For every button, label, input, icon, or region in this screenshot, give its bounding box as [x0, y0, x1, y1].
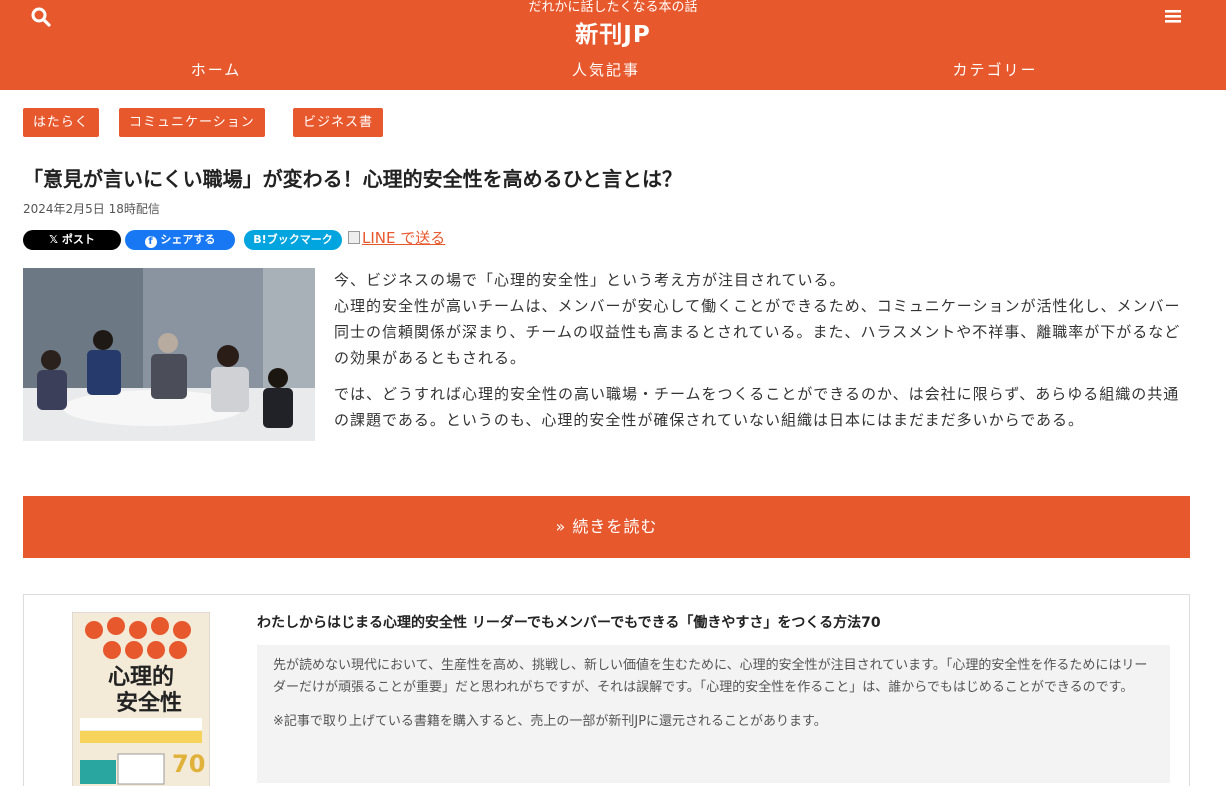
line-share-link[interactable]: LINE で送る	[348, 227, 445, 248]
facebook-icon: f	[144, 236, 157, 248]
book-description-text: 先が読めない現代において、生産性を高め、挑戦し、新しい価値を生むために、心理的安…	[273, 658, 1148, 695]
x-post-button[interactable]: 𝕏 ポスト	[23, 230, 121, 250]
facebook-share-button[interactable]: f シェアする	[125, 230, 235, 250]
book-cover[interactable]: 心理的 安全性 70	[71, 611, 211, 786]
article-body: 今、ビジネスの場で「心理的安全性」という考え方が注目されている。 心理的安全性が…	[334, 267, 1194, 443]
affiliate-note: ※記事で取り上げている書籍を購入すると、売上の一部が新刊JPに還元されることがあ…	[273, 714, 827, 729]
site-header: だれかに話したくなる本の話 新刊JP ホーム 人気記事 カテゴリー	[0, 0, 1226, 90]
main-nav: ホーム 人気記事 カテゴリー	[0, 58, 1226, 84]
article-date: 2024年2月5日 18時配信	[23, 202, 160, 216]
hatena-icon: B!	[253, 233, 267, 246]
tag-communication[interactable]: コミュニケーション	[119, 108, 265, 137]
nav-popular[interactable]: 人気記事	[506, 58, 706, 82]
cover-num: 70	[172, 750, 205, 778]
article-photo	[23, 268, 315, 441]
tag-business-book[interactable]: ビジネス書	[293, 108, 384, 137]
tag-hataraku[interactable]: はたらく	[23, 108, 99, 137]
nav-home[interactable]: ホーム	[116, 58, 316, 82]
article-title: 「意見が言いにくい職場」が変わる！心理的安全性を高めるひと言とは？	[23, 167, 682, 191]
cover-main1: 心理的	[108, 664, 174, 690]
line-icon	[348, 231, 360, 244]
book-title[interactable]: わたしからはじまる心理的安全性 リーダーでもメンバーでもできる「働きやすさ」をつ…	[257, 612, 881, 634]
cover-main2: 安全性	[116, 690, 182, 716]
hamburger-menu-icon[interactable]	[1162, 7, 1184, 25]
read-more-button[interactable]: » 続きを読む	[23, 496, 1190, 558]
site-tagline: だれかに話したくなる本の話	[528, 0, 698, 15]
x-icon: 𝕏	[49, 233, 62, 246]
hatena-bookmark-button[interactable]: B!ブックマーク	[244, 230, 342, 250]
site-logo[interactable]: 新刊JP	[0, 20, 1226, 50]
book-description: 先が読めない現代において、生産性を高め、挑戦し、新しい価値を生むために、心理的安…	[257, 645, 1170, 783]
nav-category[interactable]: カテゴリー	[895, 58, 1095, 82]
article-paragraph: 心理的安全性が高いチームは、メンバーが安心して働くことができるため、コミュニケー…	[334, 297, 1181, 367]
article-paragraph: 今、ビジネスの場で「心理的安全性」という考え方が注目されている。	[334, 271, 846, 289]
article-paragraph: では、どうすれば心理的安全性の高い職場・チームをつくることができるのか、は会社に…	[334, 385, 1180, 429]
book-info-box: 心理的 安全性 70 わたしからはじまる心理的安全性 リーダーでもメンバーでもで…	[23, 594, 1190, 786]
